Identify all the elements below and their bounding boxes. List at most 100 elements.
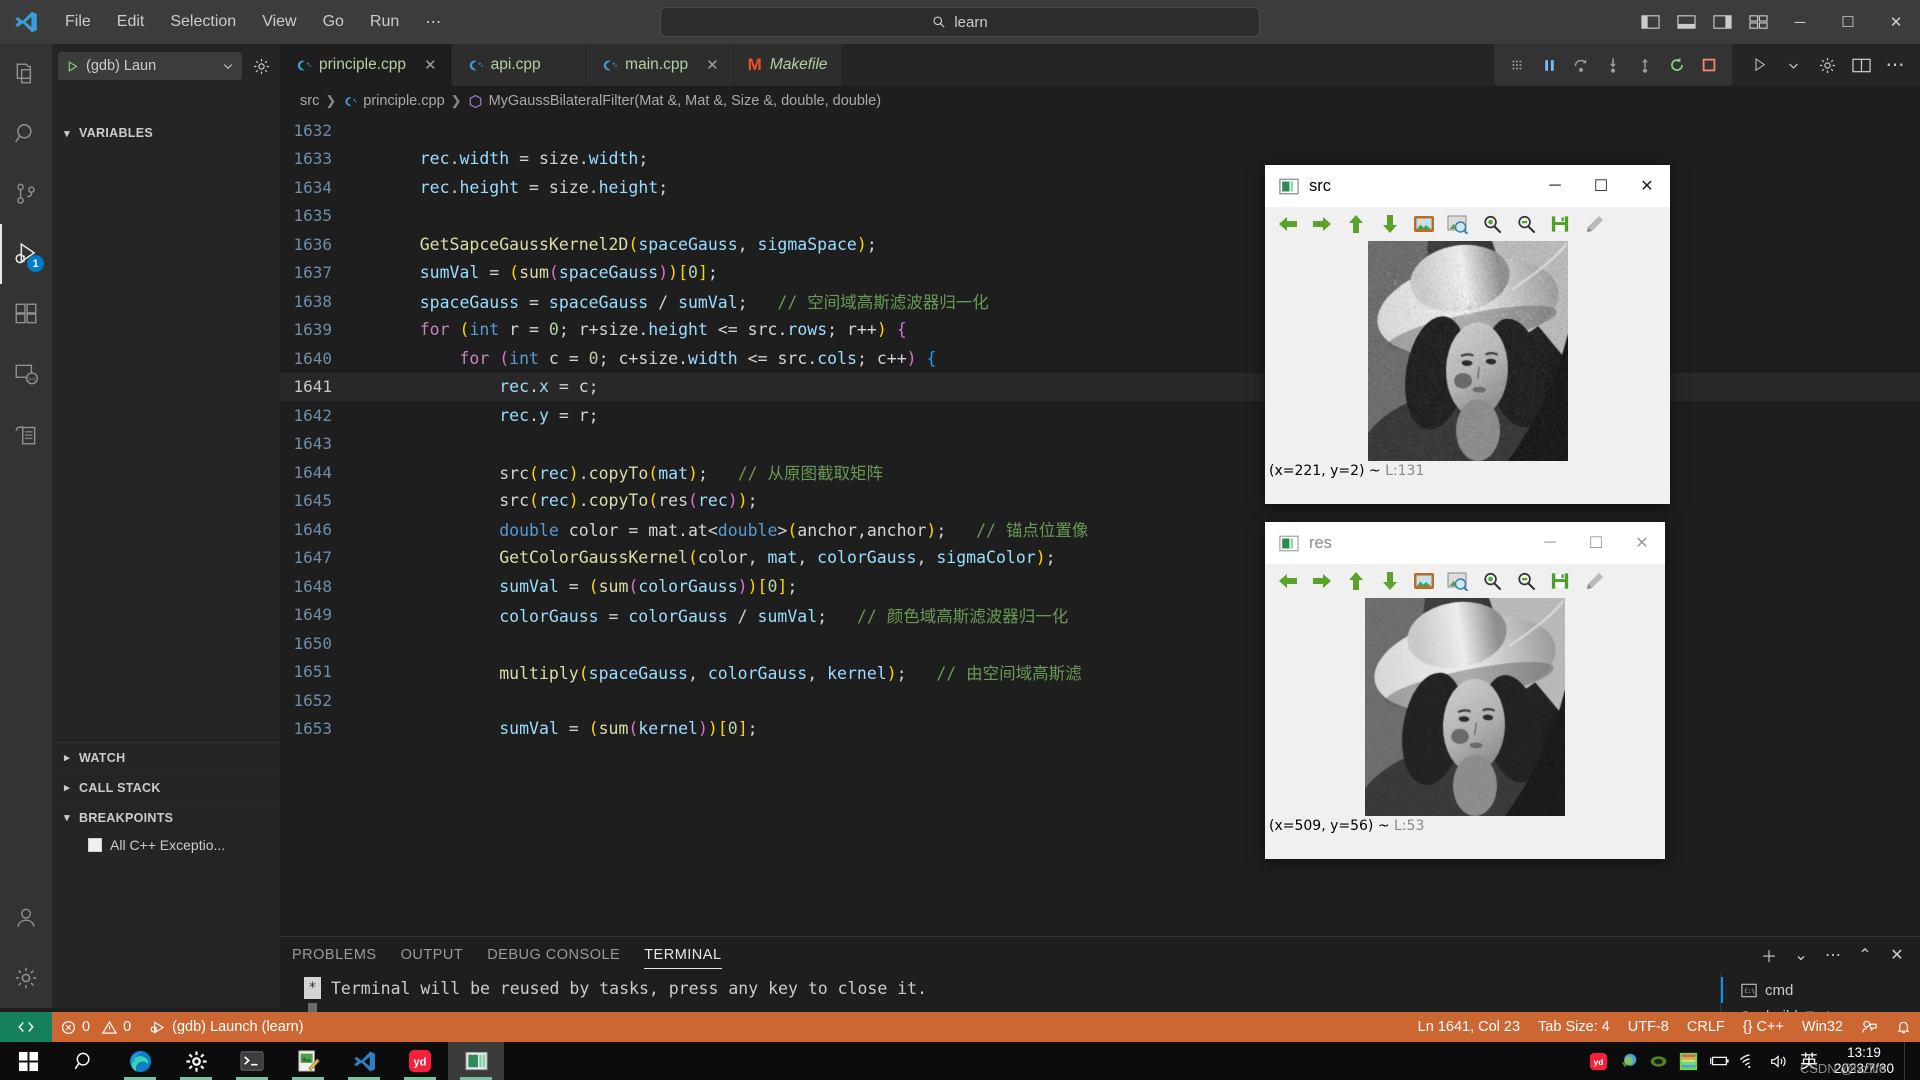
section-watch[interactable]: ▸ WATCH	[52, 742, 280, 772]
sidebar-item-explorer[interactable]	[0, 44, 52, 104]
launch-config-select[interactable]: (gdb) Laun	[58, 52, 242, 80]
fit-image-icon[interactable]	[1411, 211, 1437, 237]
checkbox-icon[interactable]	[88, 838, 102, 852]
breadcrumb-folder[interactable]: src	[300, 93, 319, 109]
internet-download-manager-icon[interactable]	[1614, 1042, 1644, 1080]
sidebar-item-testing[interactable]	[0, 404, 52, 464]
section-breakpoints[interactable]: ▾ BREAKPOINTS	[52, 802, 280, 832]
menu-edit[interactable]: Edit	[104, 9, 158, 35]
tab-problems[interactable]: PROBLEMS	[292, 937, 377, 973]
show-desktop-button[interactable]	[1904, 1042, 1914, 1080]
taskbar-vscode[interactable]	[336, 1042, 392, 1080]
menu-more[interactable]: ⋯	[412, 8, 454, 36]
stop-icon[interactable]	[1694, 50, 1724, 80]
split-editor-icon[interactable]	[1846, 50, 1876, 80]
clear-icon[interactable]	[1581, 211, 1607, 237]
taskbar-opencv-window[interactable]	[448, 1042, 504, 1080]
pause-icon[interactable]	[1534, 50, 1564, 80]
sidebar-item-remote-explorer[interactable]: ><	[0, 344, 52, 404]
menu-go[interactable]: Go	[310, 9, 357, 35]
pan-right-icon[interactable]	[1309, 211, 1335, 237]
zoom-in-icon[interactable]	[1479, 211, 1505, 237]
editor-position-status[interactable]: Ln 1641, Col 23	[1409, 1012, 1529, 1042]
cv-title-bar[interactable]: src ─ ☐ ✕	[1265, 165, 1670, 207]
breadcrumb-file-wrap[interactable]: principle.cpp	[342, 93, 444, 109]
new-terminal-icon[interactable]: ＋	[1756, 942, 1782, 968]
cv-title-bar[interactable]: res ─ ☐ ✕	[1265, 522, 1665, 564]
drag-handle-icon[interactable]	[1502, 50, 1532, 80]
taskbar-youdao[interactable]: yd	[392, 1042, 448, 1080]
battery-icon[interactable]	[1704, 1042, 1734, 1080]
nvidia-icon[interactable]	[1644, 1042, 1674, 1080]
youdao-tray-icon[interactable]: yd	[1584, 1042, 1614, 1080]
taskbar-editor[interactable]	[280, 1042, 336, 1080]
step-over-icon[interactable]	[1566, 50, 1596, 80]
cv-close-button[interactable]: ✕	[1624, 165, 1670, 207]
actual-size-icon[interactable]	[1445, 211, 1471, 237]
tab-debug-console[interactable]: DEBUG CONSOLE	[487, 937, 620, 973]
eol-status[interactable]: CRLF	[1678, 1012, 1734, 1042]
command-center[interactable]: learn	[660, 7, 1260, 37]
breakpoint-item[interactable]: All C++ Exceptio...	[52, 832, 280, 858]
language-mode-status[interactable]: {} C++	[1734, 1012, 1793, 1042]
tab-size-status[interactable]: Tab Size: 4	[1529, 1012, 1619, 1042]
remote-window-button[interactable]	[0, 1012, 52, 1042]
toggle-panel-icon[interactable]	[1668, 0, 1704, 44]
opencv-window-src[interactable]: src ─ ☐ ✕ (x=221, y=2) ~ L:131	[1265, 165, 1670, 504]
pan-up-icon[interactable]	[1343, 211, 1369, 237]
pan-down-icon[interactable]	[1377, 568, 1403, 594]
step-into-icon[interactable]	[1598, 50, 1628, 80]
menu-run[interactable]: Run	[357, 9, 412, 35]
tab-terminal[interactable]: TERMINAL	[644, 937, 721, 973]
section-variables[interactable]: ▾ VARIABLES	[52, 118, 280, 148]
tab-api-cpp[interactable]: api.cpp ✕	[452, 44, 587, 86]
settings-gear-icon[interactable]	[1812, 50, 1842, 80]
tab-principle-cpp[interactable]: principle.cpp ✕	[280, 44, 452, 86]
sidebar-item-accounts[interactable]	[0, 888, 52, 948]
taskbar-terminal[interactable]	[224, 1042, 280, 1080]
cv-minimize-button[interactable]: ─	[1527, 522, 1573, 564]
tab-output[interactable]: OUTPUT	[401, 937, 464, 973]
close-panel-icon[interactable]: ✕	[1884, 942, 1910, 968]
sidebar-item-settings[interactable]	[0, 948, 52, 1008]
run-or-debug-icon[interactable]	[1744, 50, 1774, 80]
clear-icon[interactable]	[1581, 568, 1607, 594]
menu-selection[interactable]: Selection	[157, 9, 249, 35]
save-icon[interactable]	[1547, 568, 1573, 594]
actual-size-icon[interactable]	[1445, 568, 1471, 594]
maximize-panel-icon[interactable]: ⌃	[1852, 942, 1878, 968]
platform-status[interactable]: Win32	[1793, 1012, 1852, 1042]
fit-image-icon[interactable]	[1411, 568, 1437, 594]
sidebar-item-run-and-debug[interactable]: 1	[0, 224, 52, 284]
colorful-app-icon[interactable]	[1674, 1042, 1704, 1080]
volume-icon[interactable]	[1764, 1042, 1794, 1080]
terminal-list-item-cmd[interactable]: C:\ cmd	[1733, 977, 1920, 1003]
pan-right-icon[interactable]	[1309, 568, 1335, 594]
tab-close-icon[interactable]: ✕	[706, 56, 719, 74]
pan-down-icon[interactable]	[1377, 211, 1403, 237]
pan-left-icon[interactable]	[1275, 211, 1301, 237]
feedback-button[interactable]	[1852, 1012, 1887, 1042]
encoding-status[interactable]: UTF-8	[1619, 1012, 1678, 1042]
taskbar-edge[interactable]	[112, 1042, 168, 1080]
zoom-out-icon[interactable]	[1513, 211, 1539, 237]
breadcrumb-symbol-wrap[interactable]: MyGaussBilateralFilter(Mat &, Mat &, Siz…	[468, 93, 881, 109]
tab-main-cpp[interactable]: main.cpp ✕	[586, 44, 733, 86]
taskbar-settings[interactable]	[168, 1042, 224, 1080]
zoom-in-icon[interactable]	[1479, 568, 1505, 594]
start-button[interactable]	[0, 1042, 56, 1080]
save-icon[interactable]	[1547, 211, 1573, 237]
customize-layout-icon[interactable]	[1740, 0, 1776, 44]
tab-close-icon[interactable]: ✕	[424, 56, 437, 74]
wifi-icon[interactable]	[1734, 1042, 1764, 1080]
step-out-icon[interactable]	[1630, 50, 1660, 80]
restart-icon[interactable]	[1662, 50, 1692, 80]
cv-close-button[interactable]: ✕	[1619, 522, 1665, 564]
cv-image-area[interactable]	[1265, 241, 1670, 461]
opencv-window-res[interactable]: res ─ ☐ ✕ (x=509, y=56) ~ L:53	[1265, 522, 1665, 859]
toggle-primary-sidebar-icon[interactable]	[1632, 0, 1668, 44]
chevron-down-icon[interactable]	[1778, 50, 1808, 80]
menu-file[interactable]: File	[52, 9, 104, 35]
toggle-secondary-sidebar-icon[interactable]	[1704, 0, 1740, 44]
notifications-button[interactable]	[1887, 1012, 1920, 1042]
